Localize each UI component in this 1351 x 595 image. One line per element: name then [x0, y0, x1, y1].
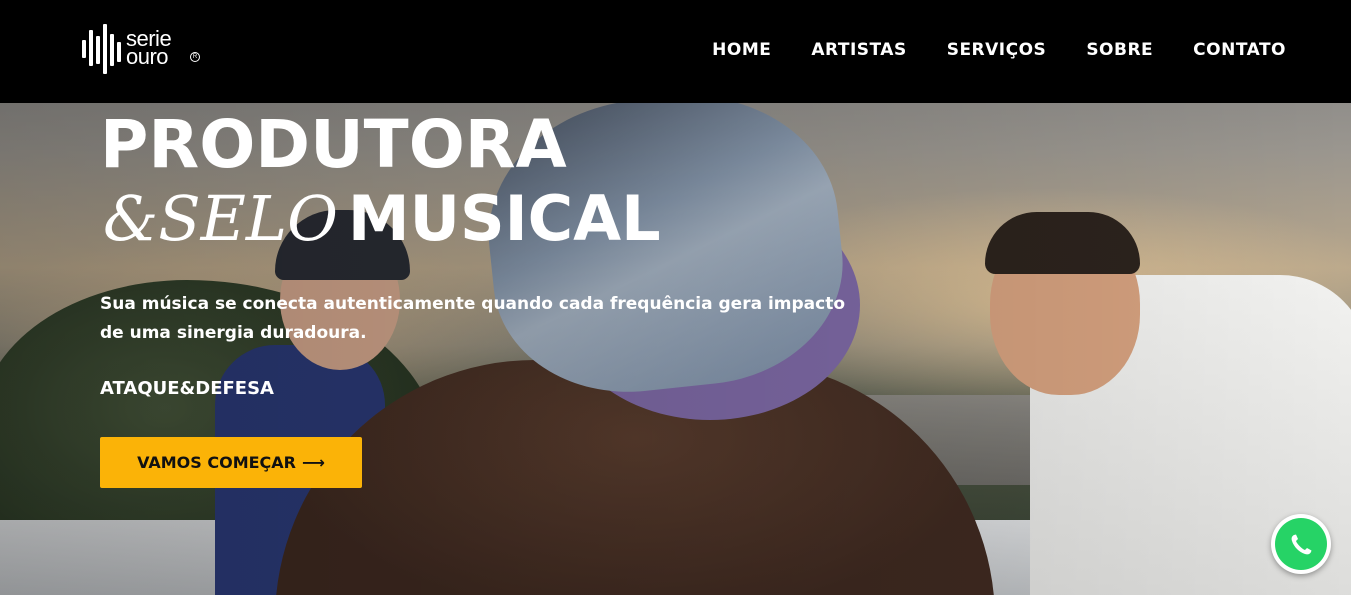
nav-home[interactable]: HOME	[712, 40, 771, 60]
hero-headline-selo-musical: &SELO MUSICAL	[103, 188, 661, 250]
brand-logo[interactable]: serie ouro R	[80, 22, 210, 78]
hero-headline-musical: MUSICAL	[347, 182, 661, 255]
arrow-right-icon: ⟶	[302, 453, 325, 472]
main-nav: HOME ARTISTAS SERVIÇOS SOBRE CONTATO	[712, 40, 1286, 60]
site-header: serie ouro R HOME ARTISTAS SERVIÇOS SOBR…	[0, 0, 1351, 103]
nav-contato[interactable]: CONTATO	[1193, 40, 1286, 60]
whatsapp-button[interactable]	[1271, 514, 1331, 574]
whatsapp-icon	[1275, 518, 1327, 570]
registered-mark-icon: R	[190, 52, 200, 62]
nav-sobre[interactable]: SOBRE	[1086, 40, 1153, 60]
logo-text-ouro: ouro	[126, 44, 169, 69]
nav-servicos[interactable]: SERVIÇOS	[947, 40, 1047, 60]
hero-headline-produtora: PRODUTORA	[100, 106, 567, 183]
nav-artistas[interactable]: ARTISTAS	[811, 40, 906, 60]
cta-label: VAMOS COMEÇAR	[137, 453, 296, 472]
hero-tagline: ATAQUE&DEFESA	[100, 378, 274, 399]
logo-bars-icon	[80, 22, 124, 74]
hero-headline-selo: &SELO	[103, 182, 338, 255]
cta-vamos-comecar-button[interactable]: VAMOS COMEÇAR ⟶	[100, 437, 362, 488]
hero-subtitle: Sua música se conecta autenticamente qua…	[100, 294, 846, 343]
